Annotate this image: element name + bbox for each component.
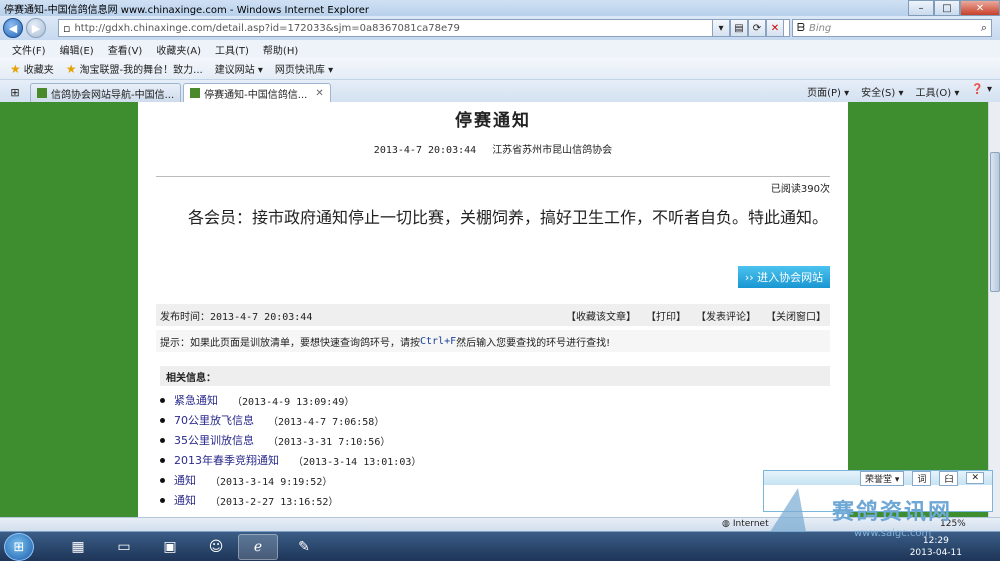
command-bar: 页面(P) ▾ 安全(S) ▾ 工具(O) ▾ ❓ ▾: [795, 84, 992, 99]
tab-close-icon[interactable]: ✕: [315, 88, 323, 99]
compat-view-icon[interactable]: ▤: [730, 19, 748, 37]
site-icon: [37, 88, 47, 98]
list-item: 35公里训放信息 （2013-3-31 7:10:56）: [160, 430, 421, 450]
bing-icon: ᗷ: [797, 21, 805, 34]
search-input[interactable]: ᗷ Bing ⌕: [792, 19, 992, 37]
search-tip: 提示：如果此页面是训放清单，要想快速查询鸽环号，请按 Ctrl+F 然后输入您要查找…: [156, 330, 830, 352]
tab-xinge-nav[interactable]: 信鸽协会网站导航-中国信...: [30, 83, 182, 102]
related-link[interactable]: 通知: [174, 472, 196, 488]
browser-window: 停赛通知-中国信鸽信息网 www.chinaxinge.com - Window…: [0, 0, 1000, 561]
article-meta: 2013-4-7 20:03:44 江苏省苏州市昆山信鸽协会: [138, 141, 848, 156]
search-placeholder: Bing: [808, 22, 832, 34]
list-item: 通知 （2013-2-27 13:16:52）: [160, 490, 421, 510]
search-icon[interactable]: ⌕: [981, 21, 987, 35]
vertical-scrollbar[interactable]: [988, 102, 1000, 517]
page-viewport: 停赛通知 2013-4-7 20:03:44 江苏省苏州市昆山信鸽协会 已阅读3…: [0, 102, 988, 517]
bookmark-link[interactable]: 【收藏该文章】: [566, 308, 636, 323]
address-url[interactable]: http://gdxh.chinaxinge.com/detail.asp?id…: [74, 23, 459, 34]
media-center-icon[interactable]: ▣: [150, 534, 190, 560]
fav-item-webslices[interactable]: 网页快讯库 ▾: [275, 61, 333, 76]
tab-notice[interactable]: 停赛通知-中国信鸽信... ✕: [183, 83, 331, 102]
related-heading: 相关信息：: [160, 366, 830, 386]
dropdown-arrow-icon[interactable]: ▾: [712, 19, 730, 37]
favorites-bar: ★ 收藏夹 ★ 淘宝联盟-我的舞台！致力... 建议网站 ▾ 网页快讯库 ▾: [0, 58, 1000, 80]
popup-close-icon[interactable]: ✕: [966, 472, 984, 484]
print-link[interactable]: 【打印】: [646, 308, 686, 323]
menu-file[interactable]: 文件(F): [12, 42, 46, 57]
media-app-icon[interactable]: ▦: [58, 534, 98, 560]
list-item: 通知 （2013-3-14 9:19:52）: [160, 470, 421, 490]
fav-item-suggested[interactable]: 建议网站 ▾: [215, 61, 263, 76]
chat-app-icon[interactable]: ☺: [196, 534, 236, 560]
menu-view[interactable]: 查看(V): [108, 42, 143, 57]
publish-time: 发布时间：2013-4-7 20:03:44: [160, 311, 313, 323]
article-body: 各会员：接市政府通知停止一切比赛，关棚饲养，搞好卫生工作，不听者自负。特此通知。: [188, 208, 829, 227]
window-title: 停赛通知-中国信鸽信息网 www.chinaxinge.com - Window…: [4, 4, 370, 16]
add-favorite-icon: ★: [65, 61, 77, 76]
minimize-button[interactable]: –: [908, 0, 934, 16]
address-bar[interactable]: ▫ http://gdxh.chinaxinge.com/detail.asp?…: [58, 19, 790, 37]
fav-item-taobao[interactable]: ★ 淘宝联盟-我的舞台！致力...: [65, 61, 203, 77]
related-link[interactable]: 通知: [174, 492, 196, 508]
article-source: 江苏省苏州市昆山信鸽协会: [492, 145, 613, 156]
help-menu[interactable]: ❓ ▾: [971, 84, 992, 99]
tools-menu[interactable]: 工具(O) ▾: [915, 84, 959, 99]
comment-link[interactable]: 【发表评论】: [696, 308, 756, 323]
favorites-button[interactable]: ★ 收藏夹: [10, 61, 54, 77]
paint-icon[interactable]: ✎: [284, 534, 324, 560]
related-link[interactable]: 35公里训放信息: [174, 432, 254, 448]
menu-edit[interactable]: 编辑(E): [60, 42, 94, 57]
clock-date: 2013-04-11: [909, 548, 962, 558]
related-link[interactable]: 2013年春季竞翔通知: [174, 452, 279, 468]
forward-button[interactable]: ▶: [26, 18, 46, 38]
page-icon: ▫: [63, 21, 71, 35]
address-row: ◀ ▶ ▫ http://gdxh.chinaxinge.com/detail.…: [0, 16, 1000, 40]
site-icon: [190, 88, 201, 98]
watermark-name: 赛鸽资讯网: [832, 500, 953, 525]
menu-tools[interactable]: 工具(T): [215, 42, 249, 57]
menu-bar: 文件(F) 编辑(E) 查看(V) 收藏夹(A) 工具(T) 帮助(H): [0, 40, 1000, 58]
menu-help[interactable]: 帮助(H): [263, 42, 298, 57]
article-datetime: 2013-4-7 20:03:44: [373, 145, 477, 156]
related-link[interactable]: 紧急通知: [174, 392, 218, 408]
close-button[interactable]: ✕: [960, 0, 1000, 16]
refresh-icon[interactable]: ⟳: [748, 19, 766, 37]
list-item: 70公里放飞信息 （2013-4-7 7:06:58）: [160, 410, 421, 430]
safety-menu[interactable]: 安全(S) ▾: [861, 84, 903, 99]
menu-favorites[interactable]: 收藏夹(A): [156, 42, 201, 57]
page-title: 停赛通知: [455, 111, 531, 131]
page-menu[interactable]: 页面(P) ▾: [807, 84, 849, 99]
word-button[interactable]: 词: [912, 470, 932, 486]
title-bar: 停赛通知-中国信鸽信息网 www.chinaxinge.com - Window…: [0, 0, 1000, 16]
article-page: 停赛通知 2013-4-7 20:03:44 江苏省苏州市昆山信鸽协会 已阅读3…: [138, 102, 848, 517]
star-icon: ★: [10, 61, 21, 76]
back-button[interactable]: ◀: [3, 18, 23, 38]
related-link[interactable]: 70公里放飞信息: [174, 412, 254, 428]
list-item: 紧急通知 （2013-4-9 13:09:49）: [160, 390, 421, 410]
sailboat-logo: [770, 488, 806, 532]
globe-icon: ◍: [722, 519, 730, 529]
folder-icon[interactable]: ▭: [104, 534, 144, 560]
watermark: 赛鸽资讯网 www.saigc.com: [762, 488, 1000, 544]
list-item: 2013年春季竞翔通知 （2013-3-14 13:01:03）: [160, 450, 421, 470]
maximize-button[interactable]: □: [934, 0, 960, 16]
enter-association-button[interactable]: ›› 进入协会网站: [738, 266, 830, 288]
quick-tabs-icon[interactable]: ⊞: [0, 83, 30, 102]
publish-bar: 发布时间：2013-4-7 20:03:44 【收藏该文章】 【打印】 【发表评…: [156, 304, 830, 326]
start-button[interactable]: ⊞: [4, 533, 34, 561]
divider: [156, 176, 830, 177]
honor-button[interactable]: 荣誉堂 ▾: [860, 470, 905, 486]
watermark-site: www.saigc.com: [854, 528, 932, 539]
ie-icon[interactable]: ℯ: [238, 534, 278, 560]
mortar-button[interactable]: 臼: [939, 470, 959, 486]
stop-icon[interactable]: ✕: [766, 19, 784, 37]
read-count: 已阅读390次: [770, 184, 830, 195]
scroll-thumb[interactable]: [990, 152, 1000, 292]
related-list: 紧急通知 （2013-4-9 13:09:49） 70公里放飞信息 （2013-4-…: [160, 390, 421, 510]
close-window-link[interactable]: 【关闭窗口】: [766, 308, 826, 323]
